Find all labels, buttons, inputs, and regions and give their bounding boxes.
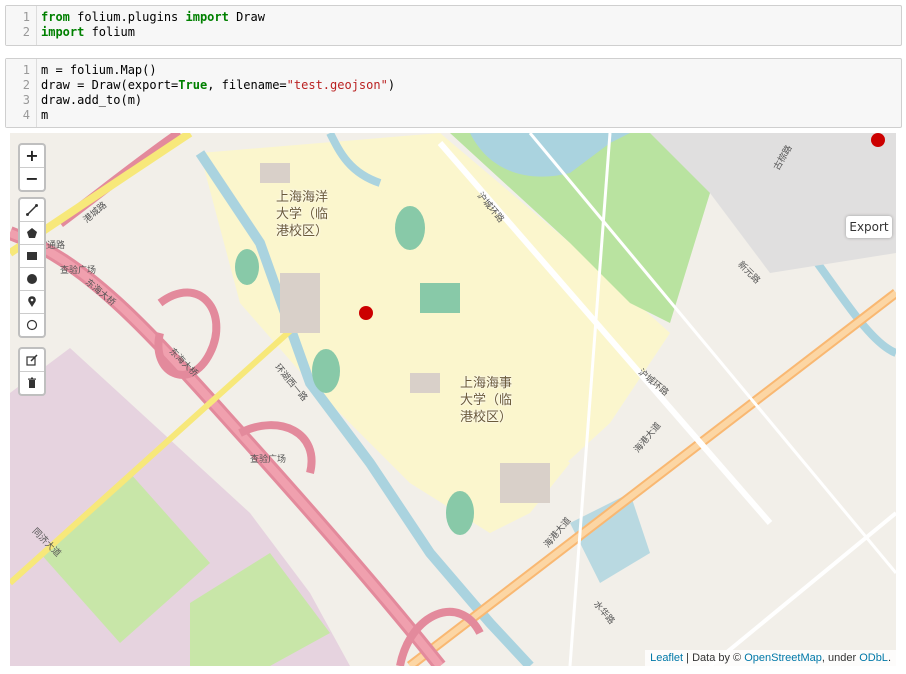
zoom-out-button[interactable]: − (20, 168, 44, 190)
code-text: m (41, 108, 49, 122)
map-label-plaza-2: 查验广场 (250, 455, 287, 465)
polygon-icon[interactable] (20, 222, 44, 245)
code-cell-2[interactable]: 1 m = folium.Map() 2 draw = Draw(export=Tru… (5, 58, 902, 128)
code-text: draw = Draw(export=True, filename="test.… (41, 78, 396, 92)
map-label-plaza-1: 查验广场 (60, 266, 97, 276)
trash-icon[interactable] (20, 372, 44, 394)
zoom-in-button[interactable]: + (20, 145, 44, 168)
export-button[interactable]: Export (846, 216, 892, 238)
draw-toolbar (18, 197, 46, 338)
edit-icon[interactable] (20, 349, 44, 372)
code-text: from folium.plugins import Draw (41, 10, 265, 24)
openstreetmap-link[interactable]: OpenStreetMap (744, 652, 822, 664)
map-attribution: Leaflet | Data by © OpenStreetMap, under… (645, 650, 896, 666)
line-number: 4 (22, 108, 30, 122)
code-text: import folium (41, 25, 135, 39)
polyline-icon[interactable] (20, 199, 44, 222)
map-label-university-1: 上海海洋 大学（临 港校区） (275, 190, 328, 239)
line-number: 2 (22, 78, 30, 92)
circle-icon[interactable] (20, 268, 44, 291)
marker-icon[interactable] (20, 291, 44, 314)
attribution-text: | Data by © (683, 652, 745, 664)
line-number: 3 (22, 93, 30, 107)
code-text: draw.add_to(m) (41, 93, 143, 107)
edit-toolbar (18, 347, 46, 396)
zoom-control: + − (18, 143, 46, 192)
rectangle-icon[interactable] (20, 245, 44, 268)
line-number: 1 (22, 63, 30, 77)
leaflet-link[interactable]: Leaflet (650, 652, 683, 664)
map-label-university-2: 上海海事 大学（临 港校区） (459, 376, 512, 425)
attribution-text: , under (821, 652, 860, 664)
line-number: 1 (22, 10, 30, 24)
attribution-text: . (887, 652, 891, 664)
circlemarker-icon[interactable] (20, 314, 44, 336)
map-output[interactable]: 上海海洋 大学（临 港校区） 上海海事 大学（临 港校区） 查验广场 查验广场 … (10, 133, 896, 666)
line-number: 2 (22, 25, 30, 39)
code-cell-1[interactable]: 1 from folium.plugins import Draw 2 import … (5, 5, 902, 46)
code-text: m = folium.Map() (41, 63, 157, 77)
odbl-link[interactable]: ODbL (859, 652, 888, 664)
